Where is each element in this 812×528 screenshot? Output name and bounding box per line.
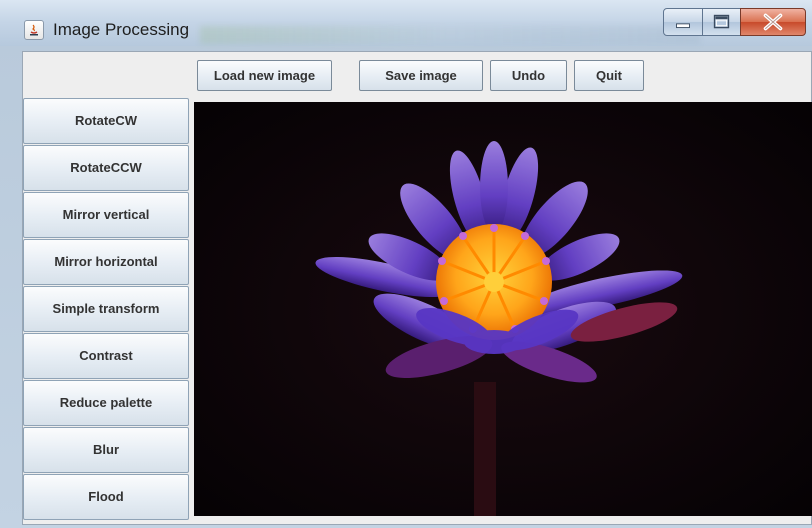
contrast-button[interactable]: Contrast (23, 333, 189, 379)
close-icon (763, 13, 783, 31)
load-image-button[interactable]: Load new image (197, 60, 332, 91)
minimize-button[interactable] (663, 8, 703, 36)
reduce-palette-button[interactable]: Reduce palette (23, 380, 189, 426)
app-window: Image Processing Load new image Save ima… (0, 0, 812, 528)
rotate-cw-button[interactable]: RotateCW (23, 98, 189, 144)
blur-button[interactable]: Blur (23, 427, 189, 473)
quit-button[interactable]: Quit (574, 60, 644, 91)
flood-button[interactable]: Flood (23, 474, 189, 520)
maximize-icon (713, 14, 730, 29)
image-canvas (194, 102, 812, 516)
save-image-button[interactable]: Save image (359, 60, 483, 91)
mirror-horizontal-button[interactable]: Mirror horizontal (23, 239, 189, 285)
rotate-ccw-button[interactable]: RotateCCW (23, 145, 189, 191)
client-area: Load new image Save image Undo Quit Rota… (22, 51, 812, 525)
java-app-icon[interactable] (24, 20, 44, 40)
title-bar[interactable]: Image Processing (0, 0, 812, 46)
simple-transform-button[interactable]: Simple transform (23, 286, 189, 332)
undo-button[interactable]: Undo (490, 60, 567, 91)
maximize-button[interactable] (702, 8, 741, 36)
title-bar-background (200, 26, 700, 44)
window-title: Image Processing (53, 20, 190, 39)
close-button[interactable] (740, 8, 806, 36)
mirror-vertical-button[interactable]: Mirror vertical (23, 192, 189, 238)
minimize-icon (676, 23, 690, 29)
water-lily-image (194, 102, 812, 516)
